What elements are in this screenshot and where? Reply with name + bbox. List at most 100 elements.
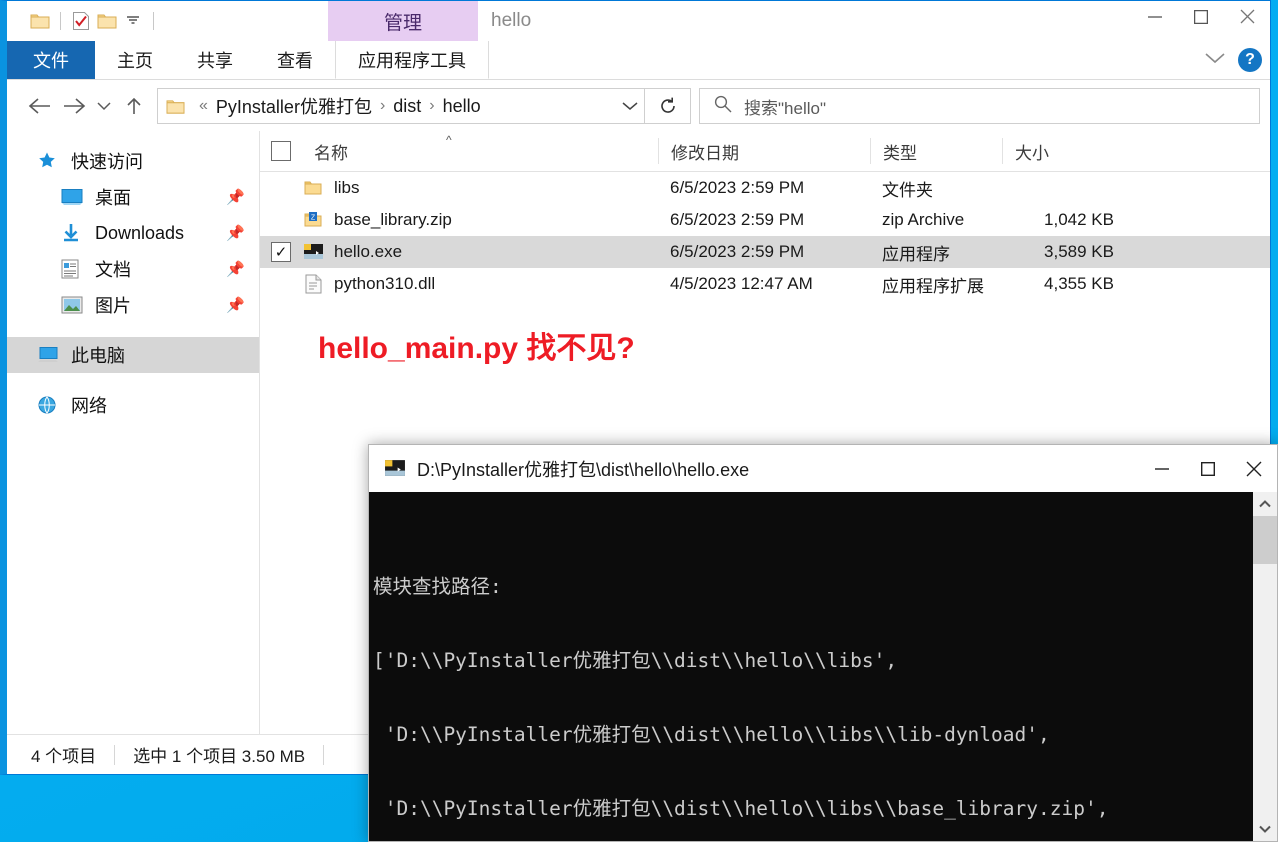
console-window: D:\PyInstaller优雅打包\dist\hello\hello.exe … — [368, 444, 1278, 842]
scroll-down-icon[interactable] — [1253, 817, 1277, 841]
nav-spacer-1 — [7, 323, 259, 337]
file-type-cell: 应用程序 — [882, 244, 950, 264]
refresh-button[interactable] — [645, 88, 691, 124]
downloads-icon — [61, 223, 87, 243]
scrollbar-thumb[interactable] — [1253, 516, 1277, 564]
forward-button[interactable] — [57, 89, 91, 123]
pin-icon-downloads[interactable]: 📌 — [226, 224, 245, 242]
sidebar-label-network: 网络 — [71, 396, 107, 416]
desktop-icon — [61, 188, 87, 206]
contextual-tab-header[interactable]: 管理 — [328, 1, 478, 41]
sidebar-item-network[interactable]: 网络 — [7, 387, 259, 423]
console-output: 模块查找路径: ['D:\\PyInstaller优雅打包\\dist\\hel… — [369, 492, 1253, 841]
sidebar-label-documents: 文档 — [95, 260, 131, 280]
breadcrumb-item-0[interactable]: PyInstaller优雅打包 — [216, 93, 372, 119]
sort-ascending-icon: ^ — [446, 133, 452, 147]
pin-icon-pictures[interactable]: 📌 — [226, 296, 245, 314]
table-row[interactable]: python310.dll 4/5/2023 12:47 AM 应用程序扩展 4… — [260, 268, 1270, 300]
sidebar-label-desktop: 桌面 — [95, 188, 131, 208]
console-scrollbar[interactable] — [1253, 492, 1277, 841]
file-date-cell: 6/5/2023 2:59 PM — [670, 242, 805, 261]
address-dropdown-icon[interactable] — [616, 101, 644, 111]
tab-view[interactable]: 查看 — [255, 41, 335, 79]
scroll-up-icon[interactable] — [1253, 492, 1277, 516]
file-date-cell: 6/5/2023 2:59 PM — [670, 178, 805, 197]
window-title: hello — [491, 10, 532, 31]
search-icon — [714, 95, 732, 118]
properties-check-icon[interactable] — [68, 8, 94, 34]
breadcrumb-item-1[interactable]: dist — [393, 96, 421, 117]
pictures-icon — [61, 296, 87, 314]
file-name-cell: Z base_library.zip — [302, 204, 658, 236]
row-checkbox[interactable]: ✓ — [260, 242, 302, 262]
chevron-down-icon-ribbon[interactable] — [1204, 51, 1226, 69]
sidebar-item-downloads[interactable]: Downloads 📌 — [7, 215, 259, 251]
search-input[interactable]: 搜索"hello" — [744, 94, 826, 119]
recent-locations-button[interactable] — [91, 89, 117, 123]
this-pc-icon — [37, 346, 63, 364]
new-folder-icon[interactable] — [94, 8, 120, 34]
svg-text:Z: Z — [311, 215, 316, 222]
tab-application-tools[interactable]: 应用程序工具 — [335, 41, 489, 79]
folder-icon[interactable] — [27, 8, 53, 34]
tab-file[interactable]: 文件 — [7, 41, 95, 79]
search-box[interactable]: 搜索"hello" — [699, 88, 1260, 124]
breadcrumb-overflow[interactable]: « — [193, 97, 214, 115]
console-body[interactable]: 模块查找路径: ['D:\\PyInstaller优雅打包\\dist\\hel… — [369, 492, 1277, 841]
chevron-down-icon[interactable] — [120, 8, 146, 34]
tab-home[interactable]: 主页 — [95, 41, 175, 79]
status-divider-1 — [114, 744, 116, 765]
sidebar-item-desktop[interactable]: 桌面 📌 — [7, 179, 259, 215]
folder-icon — [302, 177, 324, 199]
sidebar-item-this-pc[interactable]: 此电脑 — [7, 337, 259, 373]
file-type-cell: 应用程序扩展 — [882, 276, 984, 296]
sidebar-item-quick-access[interactable]: 快速访问 — [7, 143, 259, 179]
console-close-button[interactable] — [1231, 445, 1277, 492]
annotation-text: hello_main.py 找不见? — [318, 332, 635, 365]
checkbox-checked-glyph: ✓ — [271, 242, 291, 262]
file-name-text: base_library.zip — [334, 210, 452, 229]
network-icon — [37, 395, 63, 415]
nav-spacer-2 — [7, 373, 259, 387]
file-name-cell: libs — [302, 172, 658, 204]
column-header-type[interactable]: 类型 — [870, 138, 1002, 164]
up-button[interactable] — [117, 89, 151, 123]
select-all-checkbox[interactable] — [260, 141, 302, 161]
console-title-bar: D:\PyInstaller优雅打包\dist\hello\hello.exe — [369, 445, 1277, 492]
sidebar-item-pictures[interactable]: 图片 📌 — [7, 287, 259, 323]
console-minimize-button[interactable] — [1139, 445, 1185, 492]
file-size-cell: 1,042 KB — [1044, 210, 1114, 229]
table-row[interactable]: ✓ hello.exe 6/5/2023 2:59 PM 应用程序 3,589 … — [260, 236, 1270, 268]
file-type-cell: 文件夹 — [882, 180, 933, 200]
star-pin-icon — [37, 151, 63, 171]
file-type-cell: zip Archive — [882, 210, 965, 229]
file-name-cell: python310.dll — [302, 268, 658, 300]
back-button[interactable] — [23, 89, 57, 123]
sidebar-item-documents[interactable]: 文档 📌 — [7, 251, 259, 287]
help-icon[interactable]: ? — [1238, 48, 1262, 72]
console-maximize-button[interactable] — [1185, 445, 1231, 492]
column-header-name[interactable]: 名称 — [302, 138, 658, 164]
breadcrumb-separator-1[interactable]: › — [423, 97, 440, 115]
explorer-title-bar: 管理 hello — [7, 1, 1270, 41]
ribbon-tab-strip: 文件 主页 共享 查看 应用程序工具 ? — [7, 41, 1270, 80]
close-button[interactable] — [1224, 1, 1270, 32]
documents-icon — [61, 259, 87, 279]
zip-icon: Z — [302, 209, 324, 231]
pin-icon-documents[interactable]: 📌 — [226, 260, 245, 278]
table-row[interactable]: libs 6/5/2023 2:59 PM 文件夹 — [260, 172, 1270, 204]
quick-access-toolbar — [7, 8, 161, 34]
address-bar[interactable]: « PyInstaller优雅打包 › dist › hello — [157, 88, 645, 124]
column-header-date[interactable]: 修改日期 — [658, 138, 870, 164]
maximize-button[interactable] — [1178, 1, 1224, 32]
window-controls — [1132, 1, 1270, 32]
pin-icon-desktop[interactable]: 📌 — [226, 188, 245, 206]
tab-share[interactable]: 共享 — [175, 41, 255, 79]
breadcrumb-separator-0[interactable]: › — [374, 97, 391, 115]
table-row[interactable]: Z base_library.zip 6/5/2023 2:59 PM zip … — [260, 204, 1270, 236]
column-header-size[interactable]: 大小 — [1002, 138, 1130, 164]
minimize-button[interactable] — [1132, 1, 1178, 32]
file-name-text: libs — [334, 178, 360, 197]
breadcrumb-item-2[interactable]: hello — [443, 96, 481, 117]
console-window-controls — [1139, 445, 1277, 492]
